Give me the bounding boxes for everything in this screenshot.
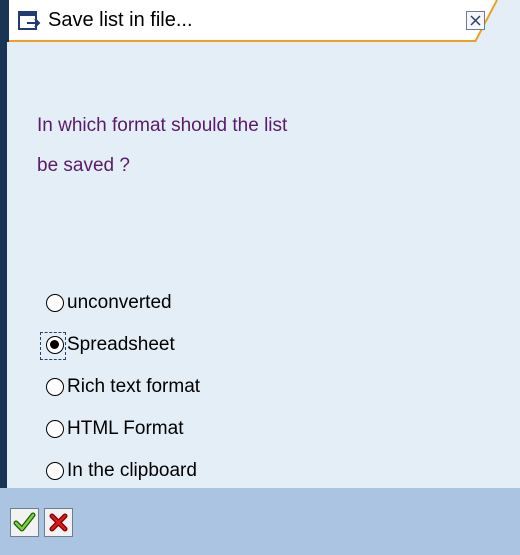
option-spreadsheet[interactable]: Spreadsheet <box>40 324 200 366</box>
cross-icon <box>49 513 68 532</box>
radio-button[interactable] <box>46 462 64 480</box>
option-clipboard[interactable]: In the clipboard <box>46 450 200 492</box>
close-button[interactable] <box>466 11 485 30</box>
option-rich-text[interactable]: Rich text format <box>46 366 200 408</box>
option-label: In the clipboard <box>67 460 197 481</box>
question-line-1: In which format should the list <box>37 115 288 136</box>
option-html[interactable]: HTML Format <box>46 408 200 450</box>
left-accent-strip <box>0 42 7 488</box>
checkmark-icon <box>13 512 36 532</box>
title-bar[interactable]: Save list in file... <box>0 0 520 42</box>
question-line-2: be saved ? <box>37 155 130 176</box>
option-label: unconverted <box>67 292 172 313</box>
save-list-dialog: Save list in file... In which format sho… <box>0 0 520 555</box>
window-title: Save list in file... <box>48 9 193 31</box>
radio-button[interactable] <box>46 378 64 396</box>
option-label: Spreadsheet <box>67 334 175 355</box>
option-unconverted[interactable]: unconverted <box>46 282 200 324</box>
close-icon <box>470 15 481 26</box>
edit-window-icon <box>18 10 42 32</box>
radio-button[interactable] <box>46 420 64 438</box>
question-text: In which format should the list be saved… <box>37 106 457 186</box>
cancel-button[interactable] <box>44 508 73 537</box>
option-label: Rich text format <box>67 376 201 397</box>
radio-button-selected[interactable] <box>46 336 64 354</box>
radio-button[interactable] <box>46 294 64 312</box>
format-options: unconverted Spreadsheet Rich text format… <box>40 282 200 492</box>
button-bar <box>0 488 520 555</box>
option-label: HTML Format <box>67 418 184 439</box>
ok-button[interactable] <box>10 508 39 537</box>
